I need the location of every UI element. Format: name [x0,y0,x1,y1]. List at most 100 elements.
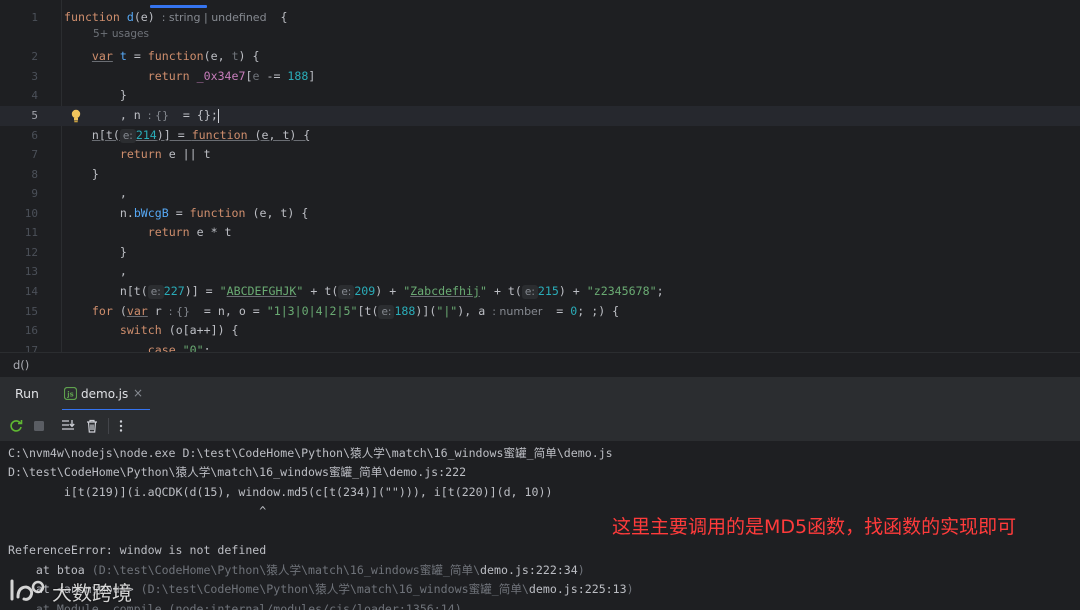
line-number: 3 [31,70,38,83]
code-token: e * t [189,225,232,239]
stop-icon[interactable] [31,418,47,434]
console-line: ^ [8,502,266,520]
code-token: = {}; [168,108,218,122]
code-token: + t( [486,284,522,298]
code-line[interactable]: 6 n[t(e: 214)] = function (e, t) { [0,126,1080,146]
code-line[interactable]: 3 return _0x34e7[e -= 188] [0,67,1080,87]
code-line[interactable]: 8 } [0,165,1080,185]
code-token: ), a [457,304,493,318]
code-token: ABCDEFGHJK [226,284,297,298]
code-line[interactable]: 2 var t = function(e, t) { [0,47,1080,67]
watermark-text: 大数跨境 [52,581,132,605]
code-token: var [126,304,148,318]
code-text: , [64,184,127,204]
code-text: case "0": [64,341,211,352]
code-editor[interactable]: 5+ usages 1 function d(e) : string | unde… [0,0,1080,352]
code-token: , n [64,108,148,122]
code-line[interactable]: 16 switch (o[a++]) { [0,321,1080,341]
code-token: , [64,264,127,278]
code-token: = [542,304,571,318]
code-token: return [147,225,190,239]
close-icon[interactable]: × [133,386,143,400]
console-path-text: (D:\test\CodeHome\Python\猿人学\match\16_wi… [91,563,481,577]
code-line[interactable]: 9 , [0,184,1080,204]
code-token: " [219,284,227,298]
code-token: ) + [375,284,404,298]
code-token: r [147,304,169,318]
console-text: C:\nvm4w\nodejs\node.exe D:\test\CodeHom… [8,446,613,460]
code-token: [t( [357,304,379,318]
code-line[interactable]: 7 return e || t [0,145,1080,165]
console-line: i[t(219)](i.aQCDK(d(15), window.md5(c[t(… [8,483,553,501]
breadcrumb[interactable]: d() [13,358,29,372]
code-token: 214 [135,128,157,142]
line-number: 9 [31,187,38,200]
code-text: return _0x34e7[e -= 188] [64,67,316,87]
usages-hint[interactable]: 5+ usages [93,28,149,40]
code-line[interactable]: 13 , [0,262,1080,282]
more-vertical-icon[interactable] [113,418,129,434]
code-token: } [64,245,127,259]
code-token: "1|3|0|4|2|5" [266,304,358,318]
type-hint: : {} [168,305,190,318]
code-token: Zabcdefhij [410,284,480,298]
param-hint: e: [119,129,136,143]
run-title: Run [15,386,39,401]
line-number: 10 [24,207,38,220]
code-token: ; [656,284,664,298]
code-token: 215 [537,284,559,298]
clear-all-icon[interactable] [84,418,100,434]
code-line[interactable]: 10 n.bWcgB = function (e, t) { [0,204,1080,224]
code-text: , [64,262,127,282]
code-line[interactable]: 11 return e * t [0,223,1080,243]
code-text: } [64,86,127,106]
code-token: 188 [287,69,309,83]
code-token: ) { [238,49,260,63]
code-text: n[t(e: 214)] = function (e, t) { [64,126,310,146]
code-token: return [147,69,190,83]
code-line[interactable]: 14 n[t(e: 227)] = "ABCDEFGHJK" + t(e: 209)… [0,282,1080,302]
console-line: D:\test\CodeHome\Python\猿人学\match\16_win… [8,463,466,481]
code-token: bWcgB [133,206,169,220]
text-caret [217,108,219,123]
toolbar-separator [108,418,109,434]
run-tab-demo-js[interactable]: js demo.js × [60,377,152,411]
line-number: 14 [24,285,38,298]
type-hint: : string | undefined [161,11,267,24]
console-text: demo.js:225:13 [528,582,627,596]
code-text: switch (o[a++]) { [64,321,239,341]
nodejs-icon: js [64,387,77,400]
code-token: ( [112,304,127,318]
code-token: } [64,88,127,102]
code-token: (e, t) { [247,128,311,142]
console-line: ReferenceError: window is not defined [8,541,266,559]
line-number: 12 [24,246,38,259]
code-token: [ [245,69,253,83]
code-line[interactable]: 17 case "0": [0,341,1080,352]
code-line[interactable]: 4 } [0,86,1080,106]
code-line[interactable]: 5 , n : {} = {}; [0,106,1080,126]
run-tool-window-header: Run js demo.js × [0,376,1080,411]
console-text: i[t(219)](i.aQCDK(d(15), window.md5(c[t(… [8,485,553,499]
param-hint: e: [147,285,164,299]
param-hint: e: [378,305,395,319]
code-line[interactable]: 12 } [0,243,1080,263]
console-path-text: (D:\test\CodeHome\Python\猿人学\match\16_wi… [140,582,529,596]
code-token: (e) [133,10,162,24]
code-token: d [126,10,134,24]
scroll-to-end-icon[interactable] [60,418,76,434]
code-line[interactable]: 15 for (var r : {} = n, o = "1|3|0|4|2|5… [0,302,1080,322]
annotation-text: 这里主要调用的是MD5函数，找函数的实现即可 [612,516,1017,538]
rerun-icon[interactable] [8,418,24,434]
line-number: 17 [24,344,38,352]
code-line[interactable]: 1 function d(e) : string | undefined { [0,8,1080,28]
watermark-logo-icon [10,579,45,601]
